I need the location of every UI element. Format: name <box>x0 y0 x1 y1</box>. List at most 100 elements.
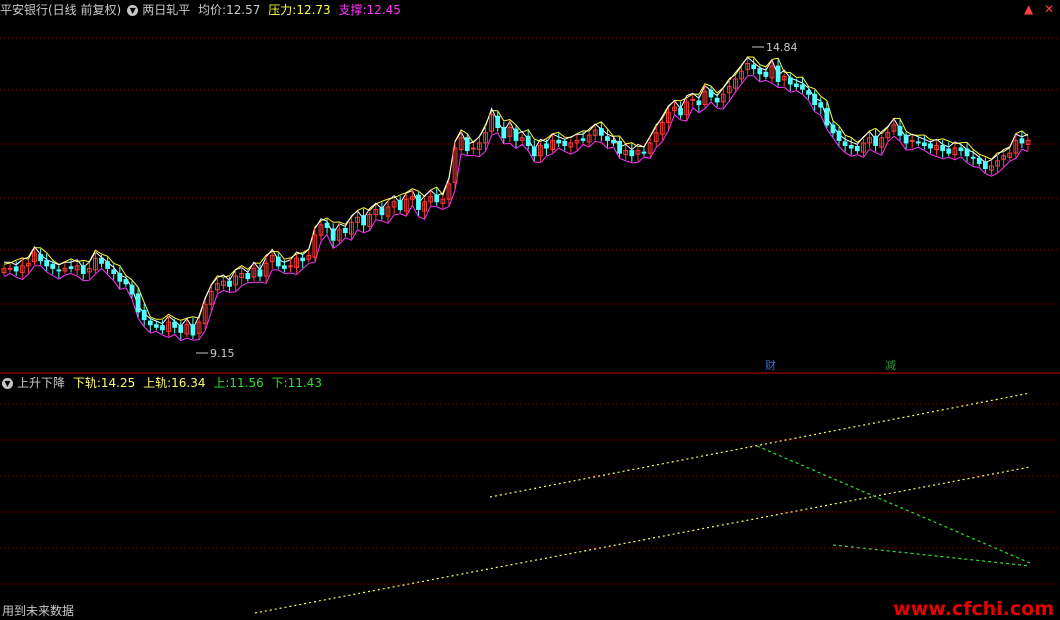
candle-body <box>397 199 403 210</box>
lower-rail-label: 下轨: <box>72 376 101 390</box>
candle <box>964 143 970 162</box>
candle <box>1007 148 1013 161</box>
candle-body <box>611 139 616 144</box>
candle <box>385 200 391 223</box>
candle <box>379 202 385 220</box>
candle <box>44 253 50 271</box>
candle <box>574 134 580 151</box>
candle <box>99 255 104 268</box>
stock-label[interactable]: 平安银行(日线 前复权) <box>0 3 121 17</box>
candle-body <box>580 138 586 141</box>
candle-body <box>495 115 501 129</box>
candle-body <box>763 71 769 77</box>
candle <box>745 57 751 75</box>
candle-body <box>830 124 836 134</box>
candle <box>495 111 501 132</box>
candle-body <box>99 257 104 264</box>
candle <box>592 125 598 141</box>
candle-body <box>160 325 165 331</box>
candle <box>245 270 251 282</box>
candle-body <box>300 257 306 262</box>
lower-rail-line <box>254 466 1031 614</box>
reduce-event-marker[interactable]: 减 <box>883 359 898 372</box>
candle <box>635 147 641 162</box>
candle <box>976 155 982 167</box>
candle-body <box>464 137 470 152</box>
candle-body <box>330 228 336 241</box>
candle <box>873 129 879 152</box>
candle <box>349 217 354 240</box>
candle <box>909 135 915 149</box>
candle <box>300 253 306 268</box>
candle <box>690 95 696 107</box>
candle <box>7 264 13 273</box>
candle-body <box>678 108 683 116</box>
candle <box>294 255 299 274</box>
candle <box>80 261 86 280</box>
candle-body <box>178 325 184 333</box>
candle <box>105 257 111 274</box>
candle <box>233 270 239 291</box>
candle <box>598 122 604 142</box>
chevron-down-icon[interactable]: ▼ <box>127 5 139 16</box>
candle-body <box>818 102 824 108</box>
candle <box>501 121 507 143</box>
candle-body <box>531 146 537 157</box>
candle-body <box>38 254 43 262</box>
candle <box>885 128 891 141</box>
candle-body <box>227 280 232 287</box>
avg-value: 12.57 <box>226 3 261 17</box>
candle <box>1001 152 1007 167</box>
candle-body <box>775 65 781 82</box>
candle-body <box>153 324 159 328</box>
candle-body <box>800 84 805 90</box>
chart-canvas: 14.84 9.15 <box>0 37 1060 614</box>
candle <box>568 138 574 154</box>
pressure-value: 12.73 <box>296 3 331 17</box>
candle <box>867 132 872 149</box>
bottom-indicator-name[interactable]: 上升下降 <box>17 376 65 390</box>
finance-event-marker[interactable]: 财 <box>763 359 778 372</box>
candle <box>416 192 421 216</box>
candle-body <box>147 320 153 326</box>
candle <box>629 143 635 162</box>
candle <box>123 276 129 287</box>
candle-body <box>281 265 287 269</box>
candle <box>62 262 68 275</box>
upper-rail-label: 上轨: <box>143 376 172 390</box>
chevron-down-button[interactable]: ▲ <box>1024 2 1033 16</box>
chevron-down-icon[interactable]: ▼ <box>2 378 13 389</box>
support-value: 12.45 <box>366 3 401 17</box>
candle-body <box>793 83 799 88</box>
candle <box>861 138 866 157</box>
candle-body <box>928 143 933 149</box>
candle-body <box>379 207 385 216</box>
high-price-marker: 14.84 <box>752 41 798 54</box>
candle-body <box>135 293 141 313</box>
candle <box>428 191 434 205</box>
candle-body <box>751 64 757 70</box>
pressure-label: 压力: <box>268 3 297 17</box>
candle-body <box>714 97 720 103</box>
candle <box>367 211 373 230</box>
close-icon[interactable]: ✕ <box>1044 2 1054 16</box>
candle <box>1 265 7 276</box>
candle-body <box>434 194 440 203</box>
candle <box>854 143 860 154</box>
candle <box>733 75 738 92</box>
candle <box>25 260 31 273</box>
indicator-lines <box>3 56 1029 342</box>
support-line <box>3 75 1029 342</box>
candle <box>775 59 781 87</box>
footer-note: 用到未来数据 <box>2 604 75 618</box>
candle <box>537 142 543 162</box>
candle <box>342 225 348 237</box>
candle <box>129 280 135 299</box>
indicator-name[interactable]: 两日轧平 <box>142 3 190 17</box>
candle-body <box>80 265 86 274</box>
candle-body <box>641 151 647 154</box>
candle-body <box>501 127 507 139</box>
candle <box>446 179 452 206</box>
candle <box>678 101 683 119</box>
support-label: 支撑: <box>338 3 367 17</box>
